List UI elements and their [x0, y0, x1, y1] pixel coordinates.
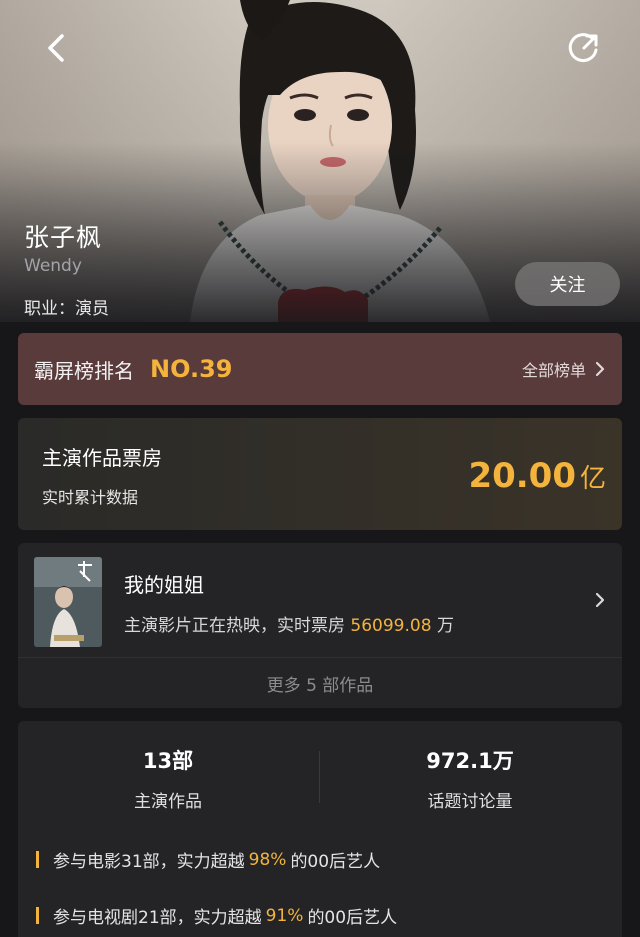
- fact-suffix: 的00后艺人: [307, 908, 398, 928]
- film-description: 主演影片正在热映，实时票房 56099.08 万: [124, 611, 454, 636]
- film-box-office-value: 56099.08: [350, 616, 432, 636]
- chevron-right-icon: [595, 592, 605, 608]
- back-button[interactable]: [36, 26, 80, 70]
- film-poster[interactable]: [34, 557, 102, 647]
- fact-prefix: 参与电视剧21部，实力超越: [53, 908, 262, 928]
- film-desc-prefix: 主演影片正在热映，实时票房: [124, 616, 345, 636]
- ranking-label: 霸屏榜排名: [34, 358, 134, 383]
- works-label: 主演作品: [134, 792, 202, 812]
- box-office-unit: 亿: [579, 464, 606, 494]
- current-film-card[interactable]: 我的姐姐 主演影片正在热映，实时票房 56099.08 万 更多 5 部作品: [18, 543, 622, 708]
- profile-header: 张子枫 Wendy 职业：演员 关注: [0, 0, 640, 322]
- film-poster-image: [34, 557, 102, 647]
- works-count: 13部: [142, 749, 194, 773]
- share-button[interactable]: [562, 26, 606, 70]
- discussion-count: 972.1万: [426, 749, 514, 773]
- ranking-value: NO.39: [150, 355, 233, 383]
- box-office-title: 主演作品票房: [42, 446, 162, 470]
- follow-button[interactable]: 关注: [515, 262, 620, 306]
- actor-name: 张子枫: [24, 223, 103, 252]
- accent-bar: [36, 851, 39, 868]
- fact-prefix: 参与电影31部，实力超越: [53, 852, 245, 872]
- share-icon: [568, 33, 598, 63]
- discussion-label: 话题讨论量: [427, 792, 513, 812]
- stats-card: 13部 主演作品 972.1万 话题讨论量 参与电影31部，实力超越 98% 的…: [18, 721, 622, 937]
- ranking-card[interactable]: 霸屏榜排名 NO.39 全部榜单: [18, 333, 622, 405]
- box-office-card: 主演作品票房 实时累计数据 20.00 亿: [18, 418, 622, 530]
- accent-bar: [36, 907, 39, 924]
- chevron-right-icon: [595, 361, 605, 377]
- fact-percent: 98%: [248, 849, 287, 870]
- actor-english-name: Wendy: [24, 256, 82, 276]
- all-rankings-link[interactable]: 全部榜单: [522, 333, 606, 405]
- all-rankings-label: 全部榜单: [521, 361, 586, 380]
- discussion-stat: 972.1万 话题讨论量: [320, 745, 620, 812]
- box-office-subtitle: 实时累计数据: [42, 488, 139, 507]
- film-title: 我的姐姐: [124, 573, 204, 597]
- fact-suffix: 的00后艺人: [290, 852, 381, 872]
- box-office-number: 20.00: [468, 456, 576, 496]
- tv-fact: 参与电视剧21部，实力超越 91% 的00后艺人: [36, 903, 397, 928]
- actor-occupation: 职业：演员: [24, 299, 109, 319]
- box-office-amount: 20.00 亿: [468, 456, 606, 496]
- more-works-link[interactable]: 更多 5 部作品: [18, 658, 622, 708]
- works-stat: 13部 主演作品: [18, 745, 318, 812]
- movie-fact: 参与电影31部，实力超越 98% 的00后艺人: [36, 847, 380, 872]
- back-arrow-icon: [48, 34, 64, 62]
- fact-percent: 91%: [265, 905, 304, 926]
- film-desc-suffix: 万: [436, 616, 454, 636]
